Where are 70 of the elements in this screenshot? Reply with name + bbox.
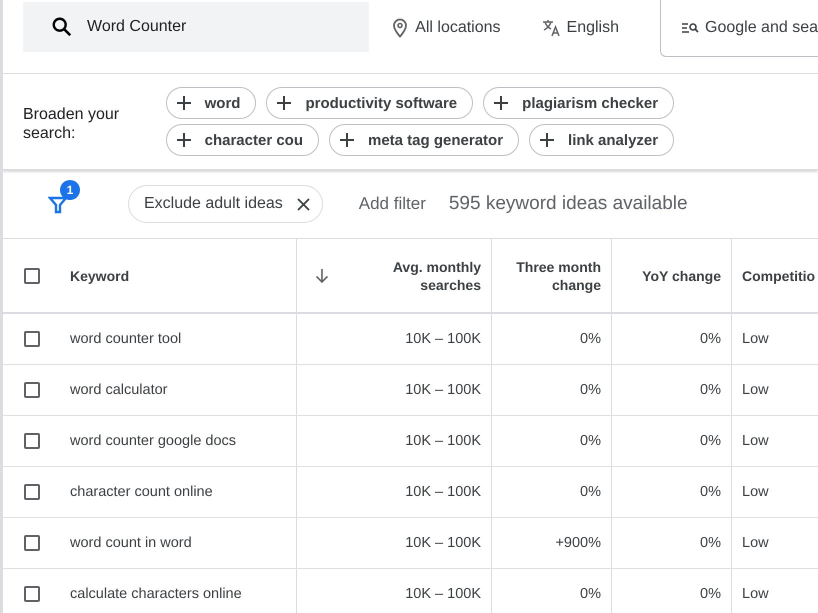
- keyword-cell: word calculator: [70, 382, 168, 398]
- table-cell: 10K – 100K: [405, 331, 481, 347]
- table-cell: 0%: [700, 535, 721, 551]
- table-cell: 0%: [580, 586, 601, 602]
- table-cell: 0%: [580, 433, 601, 449]
- table-cell: 10K – 100K: [405, 535, 481, 551]
- close-icon[interactable]: [296, 198, 310, 210]
- table-cell: Low: [742, 535, 769, 551]
- plus-icon: [176, 96, 191, 110]
- keyword-cell: character count online: [70, 484, 213, 500]
- plus-icon: [540, 133, 554, 147]
- table-cell: Low: [742, 484, 769, 500]
- column-header[interactable]: Three month change: [502, 258, 601, 294]
- location-selector[interactable]: All locations: [391, 18, 501, 38]
- keyword-suggestion-chip[interactable]: word: [166, 87, 256, 119]
- keyword-cell: word counter tool: [70, 331, 182, 347]
- keyword-suggestion-chip[interactable]: meta tag generator: [329, 124, 520, 156]
- plus-icon: [494, 96, 508, 110]
- keyword-cell: word count in word: [70, 535, 192, 551]
- table-cell: 0%: [700, 331, 721, 347]
- table-cell: 10K – 100K: [405, 382, 481, 398]
- plus-icon: [277, 96, 292, 110]
- plus-icon: [340, 133, 354, 147]
- table-cell: Low: [742, 382, 769, 398]
- language-selector[interactable]: English: [540, 18, 620, 38]
- select-all-checkbox[interactable]: [24, 268, 40, 284]
- table-cell: 0%: [700, 586, 721, 602]
- row-checkbox[interactable]: [24, 535, 40, 551]
- row-checkbox[interactable]: [24, 586, 40, 602]
- table-cell: 0%: [700, 433, 721, 449]
- filter-count-badge: 1: [60, 180, 80, 200]
- table-cell: 10K – 100K: [405, 586, 481, 602]
- row-checkbox[interactable]: [24, 382, 40, 398]
- row-checkbox[interactable]: [24, 433, 40, 449]
- table-cell: 10K – 100K: [405, 433, 481, 449]
- table-cell: 10K – 100K: [405, 484, 481, 500]
- table-cell: Low: [742, 586, 769, 602]
- keyword-suggestion-chip[interactable]: plagiarism checker: [483, 87, 674, 119]
- search-icon: [51, 16, 73, 38]
- keyword-suggestion-chip[interactable]: productivity software: [266, 87, 474, 119]
- search-query: Word Counter: [87, 18, 186, 36]
- table-cell: 0%: [580, 382, 601, 398]
- table-cell: 0%: [580, 331, 601, 347]
- table-cell: Low: [742, 331, 769, 347]
- keyword-cell: word counter google docs: [70, 433, 236, 449]
- location-pin-icon: [391, 18, 410, 38]
- row-checkbox[interactable]: [24, 484, 40, 500]
- search-field[interactable]: Word Counter: [23, 2, 370, 52]
- column-header[interactable]: Competitio: [742, 268, 816, 284]
- add-filter-button[interactable]: Add filter: [358, 194, 426, 214]
- table-cell: 0%: [700, 382, 721, 398]
- keyword-suggestion-chip[interactable]: character cou: [166, 124, 319, 156]
- table-cell: 0%: [580, 484, 601, 500]
- keyword-count-summary: 595 keyword ideas available: [448, 193, 688, 215]
- table-cell: 0%: [700, 484, 721, 500]
- table-cell: +900%: [555, 535, 601, 551]
- sort-down-arrow-icon[interactable]: [315, 268, 329, 284]
- column-header[interactable]: Avg. monthly searches: [328, 258, 481, 294]
- table-cell: Low: [742, 433, 769, 449]
- network-selector[interactable]: Google and sea: [660, 0, 818, 57]
- column-header[interactable]: Keyword: [70, 268, 130, 284]
- row-checkbox[interactable]: [24, 331, 40, 347]
- filter-chip[interactable]: Exclude adult ideas: [128, 185, 323, 223]
- keyword-cell: calculate characters online: [70, 586, 242, 602]
- broaden-label: Broaden your search:: [23, 104, 120, 142]
- list-search-icon: [681, 21, 700, 35]
- keyword-suggestion-chip[interactable]: link analyzer: [529, 124, 674, 156]
- plus-icon: [176, 133, 191, 147]
- translate-icon: [540, 18, 561, 38]
- column-header[interactable]: YoY change: [642, 266, 721, 284]
